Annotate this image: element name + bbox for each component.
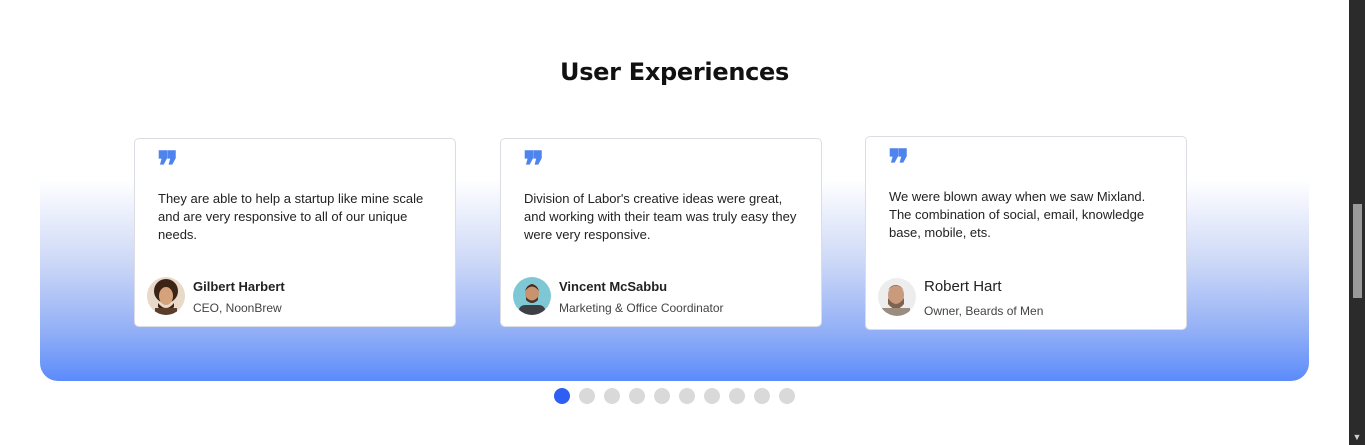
person-role: CEO, NoonBrew bbox=[193, 301, 282, 315]
carousel-dot-2[interactable] bbox=[579, 388, 595, 404]
person-name: Robert Hart bbox=[924, 278, 1002, 295]
carousel-dot-1[interactable] bbox=[554, 388, 570, 404]
person-role: Marketing & Office Coordinator bbox=[559, 301, 724, 315]
carousel-dot-5[interactable] bbox=[654, 388, 670, 404]
carousel-dot-10[interactable] bbox=[779, 388, 795, 404]
scrollbar-thumb[interactable] bbox=[1353, 204, 1362, 298]
section-title: User Experiences bbox=[560, 58, 789, 86]
carousel-dot-9[interactable] bbox=[754, 388, 770, 404]
carousel-dot-7[interactable] bbox=[704, 388, 720, 404]
quote-icon: ❞ bbox=[157, 143, 178, 190]
testimonial-text: Division of Labor's creative ideas were … bbox=[524, 191, 797, 242]
testimonial-text: We were blown away when we saw Mixland. … bbox=[889, 189, 1146, 240]
person-name: Gilbert Harbert bbox=[193, 279, 285, 294]
avatar bbox=[513, 277, 551, 315]
testimonial-card: ❞ We were blown away when we saw Mixland… bbox=[865, 136, 1187, 330]
carousel-dot-3[interactable] bbox=[604, 388, 620, 404]
quote-icon: ❞ bbox=[888, 141, 909, 188]
person-name: Vincent McSabbu bbox=[559, 279, 668, 294]
testimonial-card: ❞ They are able to help a startup like m… bbox=[134, 138, 456, 327]
scroll-down-arrow-icon[interactable]: ▼ bbox=[1349, 429, 1365, 445]
carousel-dot-8[interactable] bbox=[729, 388, 745, 404]
avatar bbox=[147, 277, 185, 315]
vertical-scrollbar[interactable]: ▼ bbox=[1349, 0, 1365, 445]
testimonial-text: They are able to help a startup like min… bbox=[158, 191, 424, 242]
quote-icon: ❞ bbox=[523, 143, 544, 190]
carousel-pagination bbox=[554, 388, 795, 404]
carousel-dot-4[interactable] bbox=[629, 388, 645, 404]
avatar bbox=[878, 278, 916, 316]
testimonial-card: ❞ Division of Labor's creative ideas wer… bbox=[500, 138, 822, 327]
carousel-dot-6[interactable] bbox=[679, 388, 695, 404]
person-role: Owner, Beards of Men bbox=[924, 304, 1044, 318]
